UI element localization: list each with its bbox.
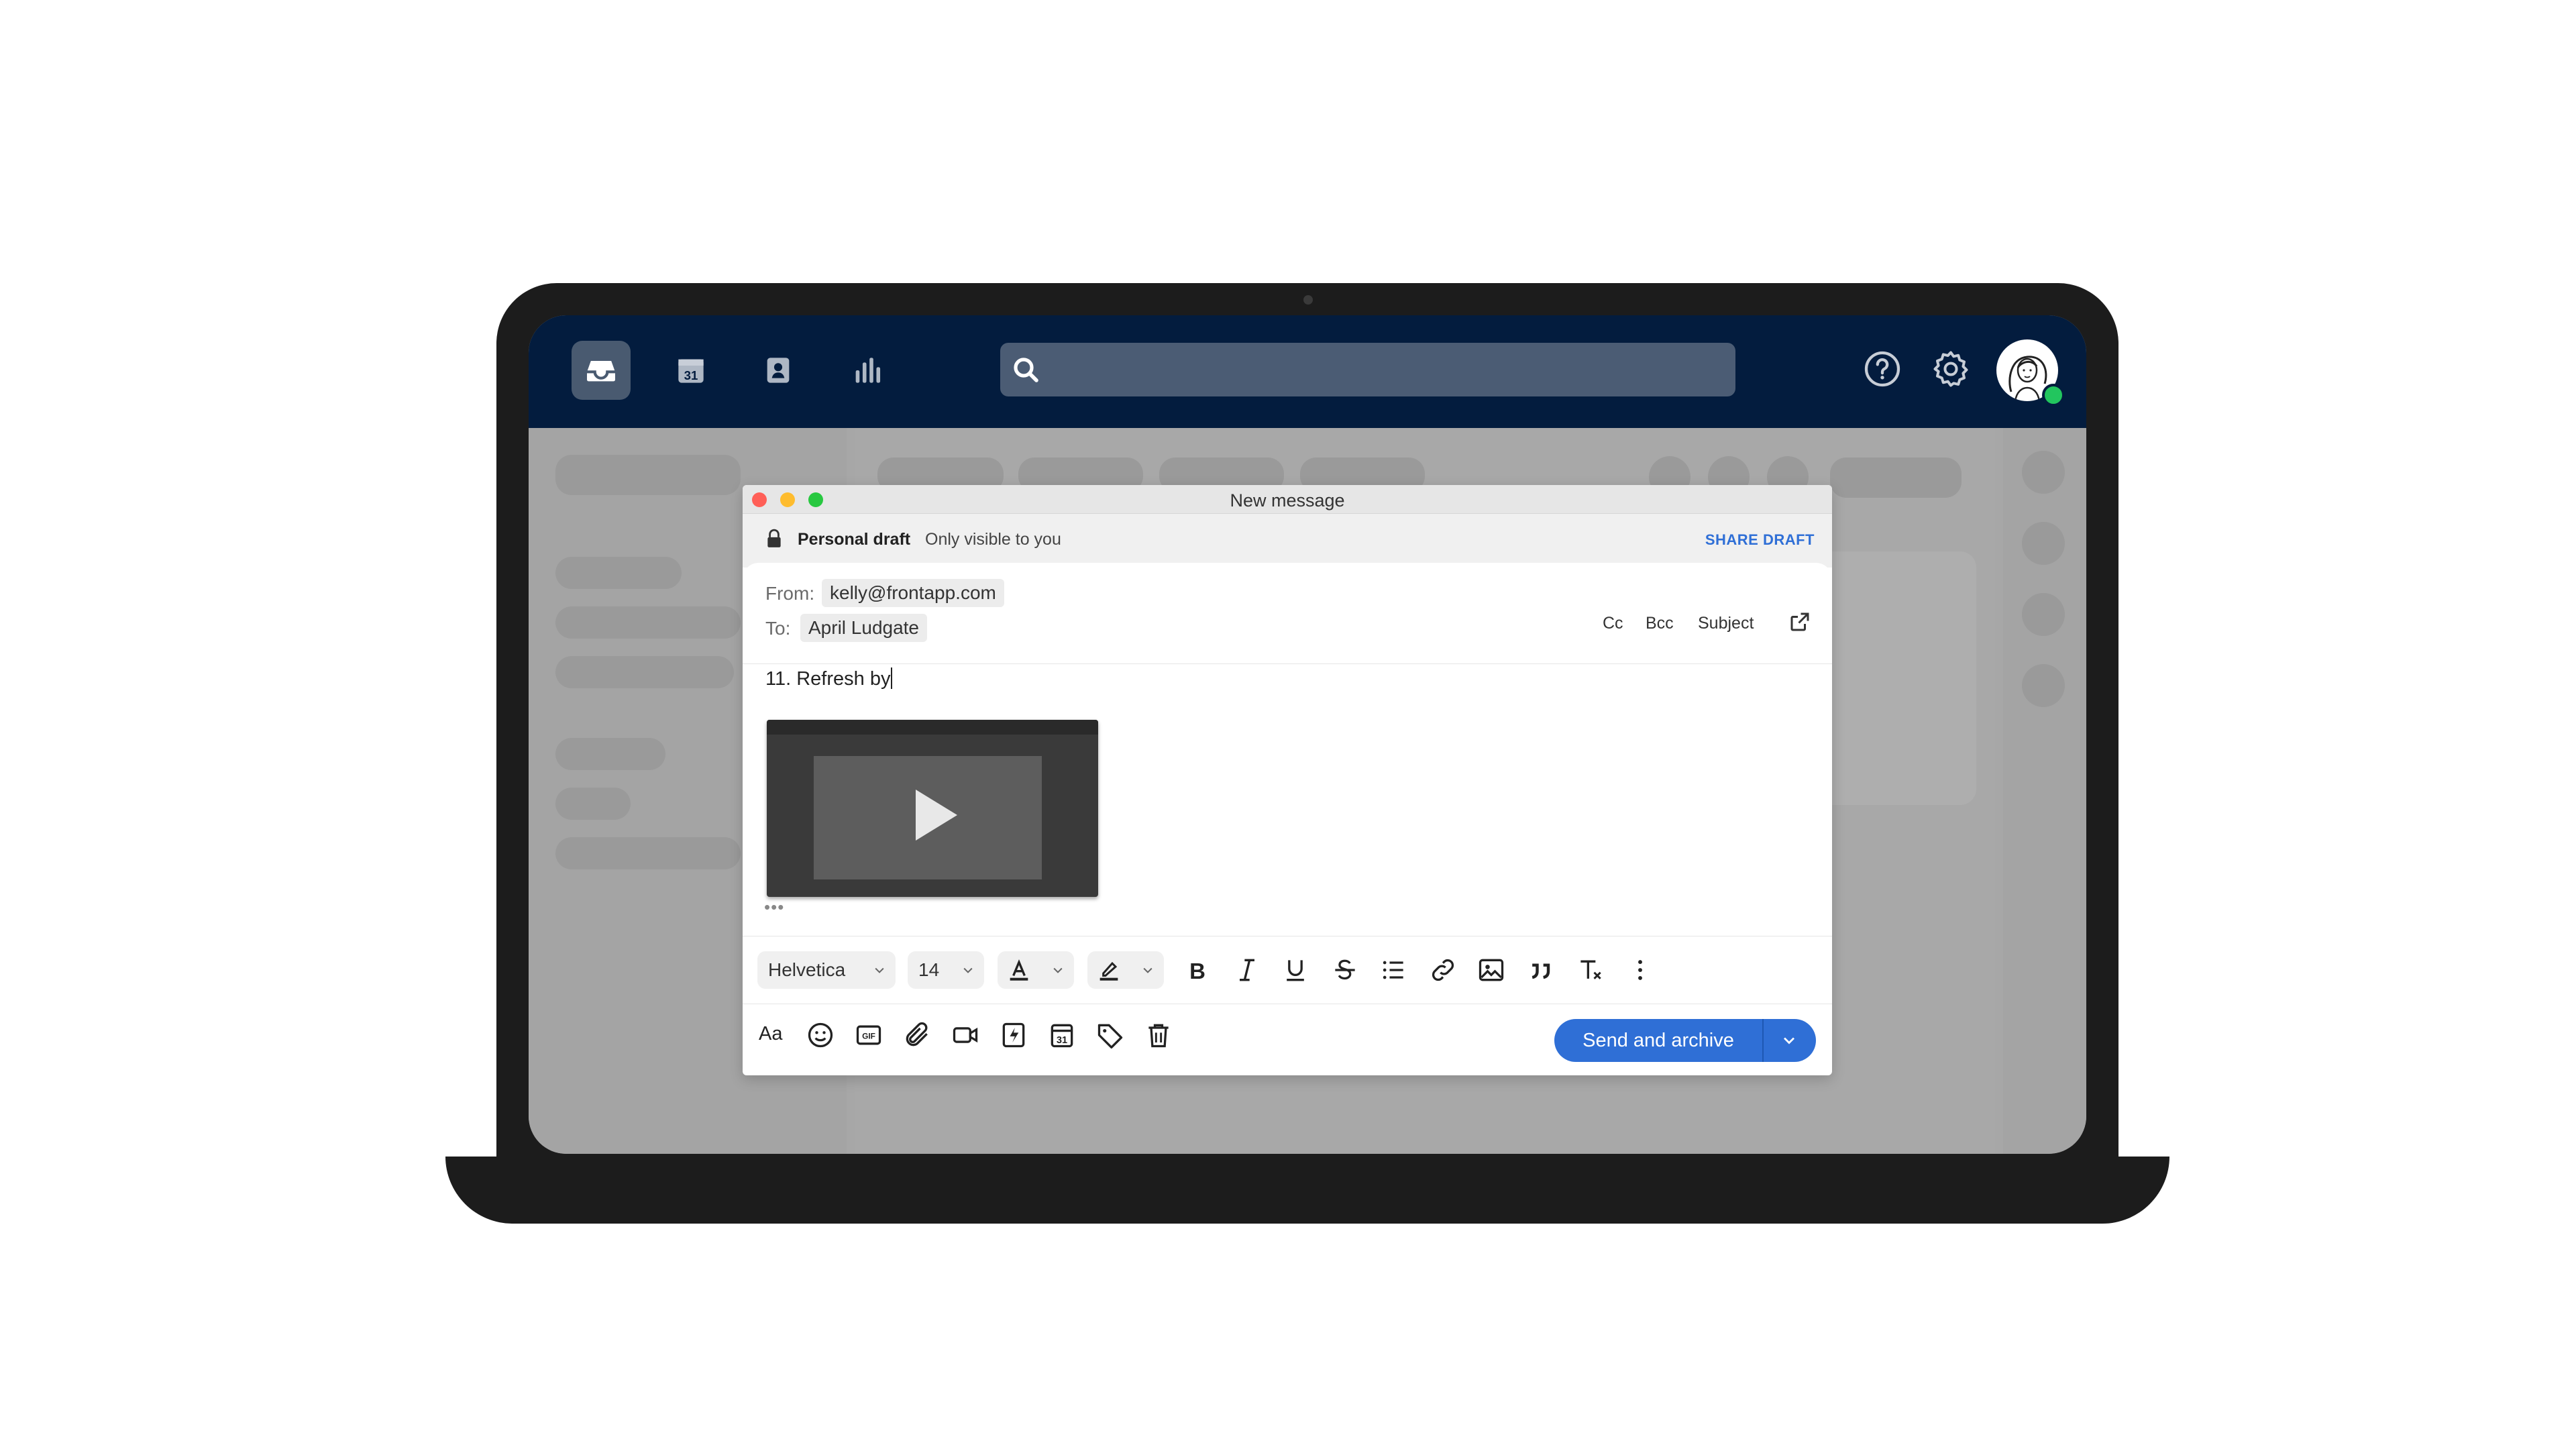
window-title: New message [1230, 490, 1345, 511]
strikethrough-icon[interactable] [1330, 955, 1360, 985]
skeleton-bar [555, 788, 631, 820]
calendar-icon[interactable]: 31 [661, 341, 720, 400]
webcam [1303, 295, 1313, 305]
play-icon [916, 790, 957, 841]
chevron-down-icon [963, 967, 973, 973]
formatting-toolbar: Helvetica 14 B [743, 936, 1832, 1004]
draft-label: Personal draft [798, 530, 911, 549]
message-body[interactable]: 11. Refresh by [765, 667, 893, 690]
font-size-value: 14 [918, 959, 940, 980]
share-draft-button[interactable]: SHARE DRAFT [1705, 531, 1815, 549]
cc-button[interactable]: Cc [1603, 614, 1623, 633]
to-label: To: [765, 618, 791, 639]
attach-icon[interactable] [902, 1020, 932, 1050]
send-and-archive-button[interactable]: Send and archive [1554, 1019, 1816, 1062]
gif-icon[interactable]: GIF [854, 1020, 883, 1050]
skeleton-circle [2022, 522, 2065, 565]
show-trimmed-content-button[interactable]: ••• [764, 897, 784, 918]
search-input[interactable] [1000, 343, 1735, 396]
font-family-value: Helvetica [768, 959, 846, 980]
bold-icon[interactable]: B [1183, 955, 1212, 985]
skeleton-bar [555, 606, 741, 639]
draft-banner: Personal draft Only visible to you SHARE… [743, 514, 1832, 568]
contacts-icon[interactable] [749, 341, 808, 400]
top-nav-bar: 31 [529, 315, 2086, 428]
lock-icon [767, 529, 781, 547]
gear-icon[interactable] [1929, 347, 1972, 390]
video-frame-topbar [767, 720, 1098, 735]
tag-icon[interactable] [1095, 1020, 1125, 1050]
composer-action-bar: Aa GIF 31 Send and archive [743, 1003, 1832, 1075]
popout-icon[interactable] [1788, 610, 1812, 634]
online-status-badge [2042, 384, 2065, 407]
from-label: From: [765, 583, 815, 604]
calendar-icon[interactable]: 31 [1047, 1020, 1077, 1050]
skeleton-circle [2022, 593, 2065, 636]
more-icon[interactable] [1625, 955, 1655, 985]
laptop-base [445, 1157, 2169, 1224]
chevron-down-icon [1143, 967, 1152, 973]
send-button-label: Send and archive [1582, 1030, 1734, 1051]
calendar-day-text: 31 [684, 368, 698, 382]
message-body-text: 11. Refresh by [765, 668, 891, 690]
svg-text:B: B [1189, 959, 1205, 983]
video-icon[interactable] [951, 1020, 980, 1050]
subject-button[interactable]: Subject [1698, 614, 1754, 633]
skeleton-bar [1830, 458, 1962, 498]
quote-icon[interactable] [1526, 955, 1556, 985]
send-button-divider [1762, 1019, 1764, 1062]
new-message-window: New message Personal draft Only visible … [743, 485, 1832, 1075]
chevron-down-icon[interactable] [1780, 1031, 1799, 1050]
window-titlebar: New message [743, 485, 1832, 514]
video-thumbnail[interactable] [767, 720, 1098, 897]
analytics-icon[interactable] [837, 341, 896, 400]
text-cursor [891, 667, 893, 689]
inbox-icon[interactable] [572, 341, 631, 400]
skeleton-bar [555, 455, 741, 495]
font-size-select[interactable]: 14 [908, 951, 984, 989]
calendar-day-text: 31 [1057, 1035, 1067, 1046]
link-icon[interactable] [1428, 955, 1458, 985]
message-header: From: kelly@frontapp.com To: April Ludga… [743, 563, 1832, 664]
italic-icon[interactable] [1232, 955, 1262, 985]
skeleton-bar [555, 837, 741, 869]
chevron-down-icon [1053, 967, 1063, 973]
search-icon [1014, 358, 1038, 382]
list-icon[interactable] [1379, 955, 1408, 985]
bcc-button[interactable]: Bcc [1646, 614, 1674, 633]
underline-icon[interactable] [1281, 955, 1310, 985]
text-color-icon [1010, 959, 1028, 981]
skeleton-bar [555, 557, 682, 589]
trash-icon[interactable] [1144, 1020, 1173, 1050]
font-family-select[interactable]: Helvetica [757, 951, 896, 989]
skeleton-circle [2022, 451, 2065, 494]
image-icon[interactable] [1477, 955, 1506, 985]
snippet-icon[interactable] [999, 1020, 1028, 1050]
text-color-select[interactable] [998, 951, 1074, 989]
clear-format-icon[interactable] [1576, 955, 1605, 985]
skeleton-circle [2022, 664, 2065, 707]
skeleton-bar [555, 656, 734, 688]
emoji-icon[interactable] [806, 1020, 835, 1050]
skeleton-bar [555, 738, 665, 770]
gif-text: GIF [862, 1032, 875, 1041]
recipient-chip[interactable]: April Ludgate [800, 614, 928, 642]
highlight-icon [1099, 961, 1118, 981]
background-card [1815, 551, 1976, 805]
chevron-down-icon [875, 967, 884, 973]
draft-visibility: Only visible to you [925, 530, 1061, 549]
help-icon[interactable] [1861, 347, 1904, 390]
format-toggle-button[interactable]: Aa [759, 1023, 782, 1045]
from-address-chip[interactable]: kelly@frontapp.com [822, 579, 1004, 607]
highlight-color-select[interactable] [1087, 951, 1164, 989]
